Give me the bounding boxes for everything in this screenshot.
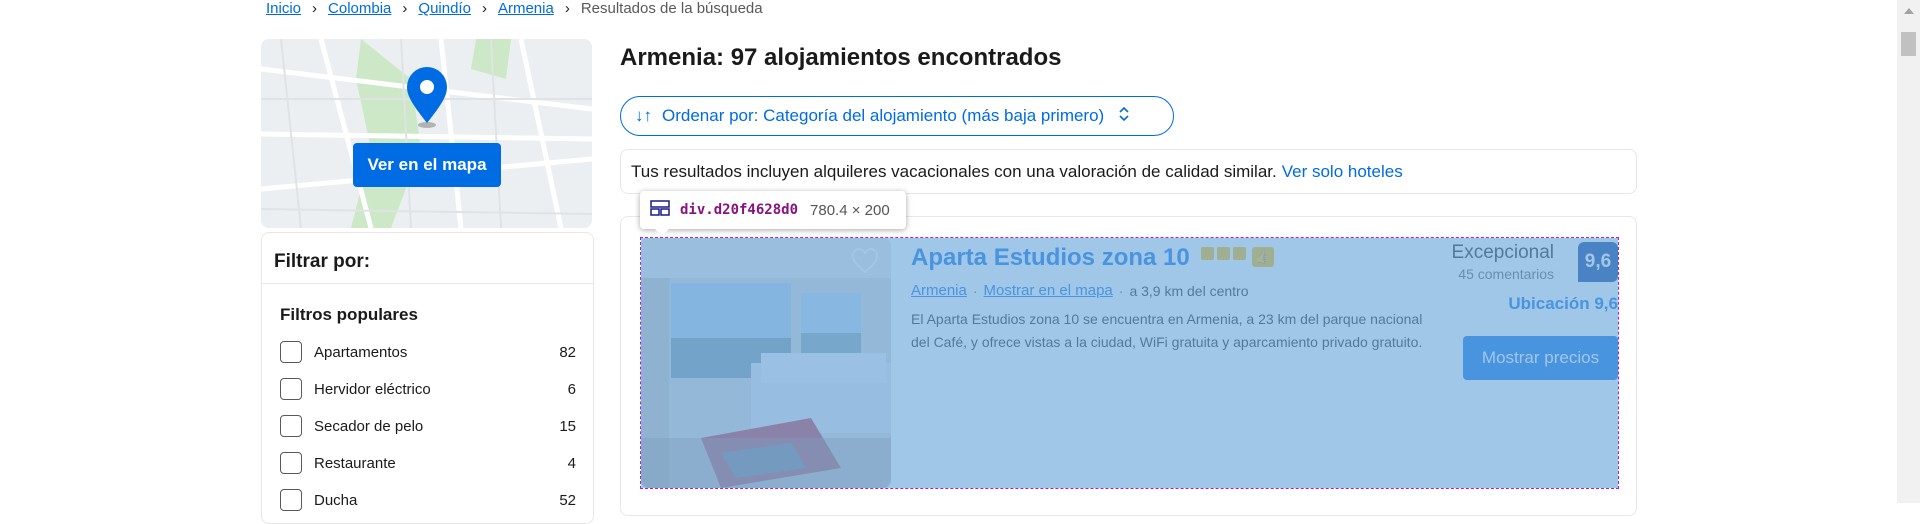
results-headline: Armenia: 97 alojamientos encontrados <box>620 44 1062 71</box>
filter-count: 52 <box>559 491 576 509</box>
chevron-right-icon: › <box>312 0 318 17</box>
sort-label: Ordenar por: Categoría del alojamiento (… <box>662 106 1105 125</box>
divider <box>262 283 593 284</box>
star-icon <box>1233 247 1246 260</box>
star-rating: 👍 <box>1201 247 1274 267</box>
filter-hervidor-electrico[interactable]: Hervidor eléctrico 6 <box>280 374 576 404</box>
notice-text: Tus resultados incluyen alquileres vacac… <box>631 161 1277 181</box>
filter-ducha[interactable]: Ducha 52 <box>280 485 576 515</box>
sort-dropdown[interactable]: ↓↑ Ordenar por: Categoría del alojamient… <box>620 96 1174 136</box>
breadcrumb-link-armenia[interactable]: Armenia <box>498 0 554 17</box>
vertical-scrollbar[interactable] <box>1897 0 1920 503</box>
breadcrumb-link-quindio[interactable]: Quindío <box>418 0 471 17</box>
filter-count: 82 <box>559 343 576 361</box>
inspect-tooltip: div.d20f4628d0 780.4 × 200 <box>640 191 906 229</box>
breadcrumb-link-inicio[interactable]: Inicio <box>266 0 301 17</box>
breadcrumb-link-colombia[interactable]: Colombia <box>328 0 391 17</box>
breadcrumb-current: Resultados de la búsqueda <box>580 0 763 17</box>
map-illustration <box>261 39 592 228</box>
scroll-up-arrow-icon[interactable] <box>1904 8 1914 14</box>
rating-word: Excepcional <box>1451 242 1554 263</box>
tooltip-arrow <box>654 228 670 236</box>
property-description: El Aparta Estudios zona 10 se encuentra … <box>911 311 1423 350</box>
filters-title: Filtrar por: <box>274 251 371 272</box>
star-icon <box>1201 247 1214 260</box>
property-card-content[interactable]: Aparta Estudios zona 10 👍 Armenia · Most… <box>641 238 1618 488</box>
inspect-selector: div.d20f4628d0 <box>680 202 799 218</box>
filter-apartamentos[interactable]: Apartamentos 82 <box>280 337 576 367</box>
scrollbar-thumb[interactable] <box>1901 32 1916 56</box>
filter-label: Apartamentos <box>314 343 408 361</box>
checkbox[interactable] <box>280 452 302 474</box>
grid-layout-icon <box>650 200 670 220</box>
hotels-only-link[interactable]: Ver solo hoteles <box>1282 162 1403 182</box>
location-score: Ubicación 9,6 <box>1508 294 1618 313</box>
filters-panel: Filtrar por: Filtros populares Apartamen… <box>261 232 594 524</box>
chevron-right-icon: › <box>402 0 408 17</box>
popular-filters-title: Filtros populares <box>280 305 418 324</box>
city-link[interactable]: Armenia <box>911 282 967 299</box>
checkbox[interactable] <box>280 489 302 511</box>
separator-dot: · <box>1118 282 1124 299</box>
chevron-right-icon: › <box>564 0 570 17</box>
review-count: 45 comentarios <box>1458 266 1554 282</box>
filter-restaurante[interactable]: Restaurante 4 <box>280 448 576 478</box>
distance-text: a 3,9 km del centro <box>1129 282 1249 299</box>
breadcrumb: Inicio › Colombia › Quindío › Armenia › … <box>266 0 763 17</box>
map-preview[interactable]: Ver en el mapa <box>261 39 592 228</box>
property-name[interactable]: Aparta Estudios zona 10 <box>911 244 1190 272</box>
filter-count: 6 <box>567 380 576 398</box>
filter-secador-de-pelo[interactable]: Secador de pelo 15 <box>280 411 576 441</box>
checkbox[interactable] <box>280 415 302 437</box>
filter-label: Restaurante <box>314 454 396 472</box>
filter-count: 15 <box>559 417 576 435</box>
show-on-map-link[interactable]: Mostrar en el mapa <box>984 282 1113 299</box>
thumbs-up-icon: 👍 <box>1252 247 1274 267</box>
view-on-map-button[interactable]: Ver en el mapa <box>353 143 501 187</box>
checkbox[interactable] <box>280 378 302 400</box>
star-icon <box>1217 247 1230 260</box>
sort-arrows-icon: ↓↑ <box>635 106 652 125</box>
score-badge[interactable]: 9,6 <box>1578 242 1618 282</box>
chevron-up-down-icon <box>1118 106 1130 127</box>
property-location-row: Armenia · Mostrar en el mapa · a 3,9 km … <box>911 282 1249 299</box>
filter-label: Secador de pelo <box>314 417 424 435</box>
inspect-dimensions: 780.4 × 200 <box>810 201 890 219</box>
filter-label: Hervidor eléctrico <box>314 380 431 398</box>
results-notice: Tus resultados incluyen alquileres vacac… <box>620 149 1637 194</box>
show-prices-button[interactable]: Mostrar precios <box>1463 336 1618 380</box>
heart-icon[interactable] <box>851 247 879 279</box>
property-photo[interactable] <box>641 238 891 488</box>
filter-label: Ducha <box>314 491 358 509</box>
checkbox[interactable] <box>280 341 302 363</box>
filter-count: 4 <box>567 454 576 472</box>
separator-dot: · <box>972 282 978 299</box>
chevron-right-icon: › <box>481 0 487 17</box>
